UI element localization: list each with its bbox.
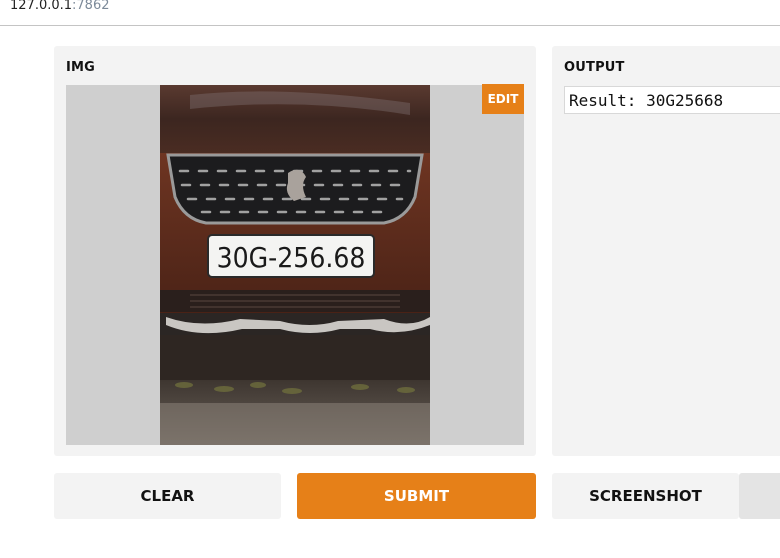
output-panel: OUTPUT Result: 30G25668 <box>552 46 780 456</box>
extra-button[interactable] <box>739 473 780 519</box>
car-photo: 30G-256.68 <box>160 85 430 445</box>
address-bar[interactable]: 127.0.0.1:7862 <box>0 0 780 26</box>
plate-text: 30G-256.68 <box>217 241 366 274</box>
url-port: :7862 <box>72 0 110 13</box>
input-panel: IMG 30G-256.68 EDIT <box>54 46 536 456</box>
image-upload-area[interactable]: 30G-256.68 <box>66 85 524 445</box>
screenshot-button[interactable]: SCREENSHOT <box>552 473 739 519</box>
output-label: OUTPUT <box>564 60 625 75</box>
edit-button[interactable]: EDIT <box>482 84 524 114</box>
submit-button[interactable]: SUBMIT <box>297 473 536 519</box>
url-text: 127.0.0.1:7862 <box>10 0 110 13</box>
input-label: IMG <box>66 60 96 75</box>
result-textbox[interactable]: Result: 30G25668 <box>564 86 780 114</box>
clear-button[interactable]: CLEAR <box>54 473 281 519</box>
url-host: 127.0.0.1 <box>10 0 73 13</box>
